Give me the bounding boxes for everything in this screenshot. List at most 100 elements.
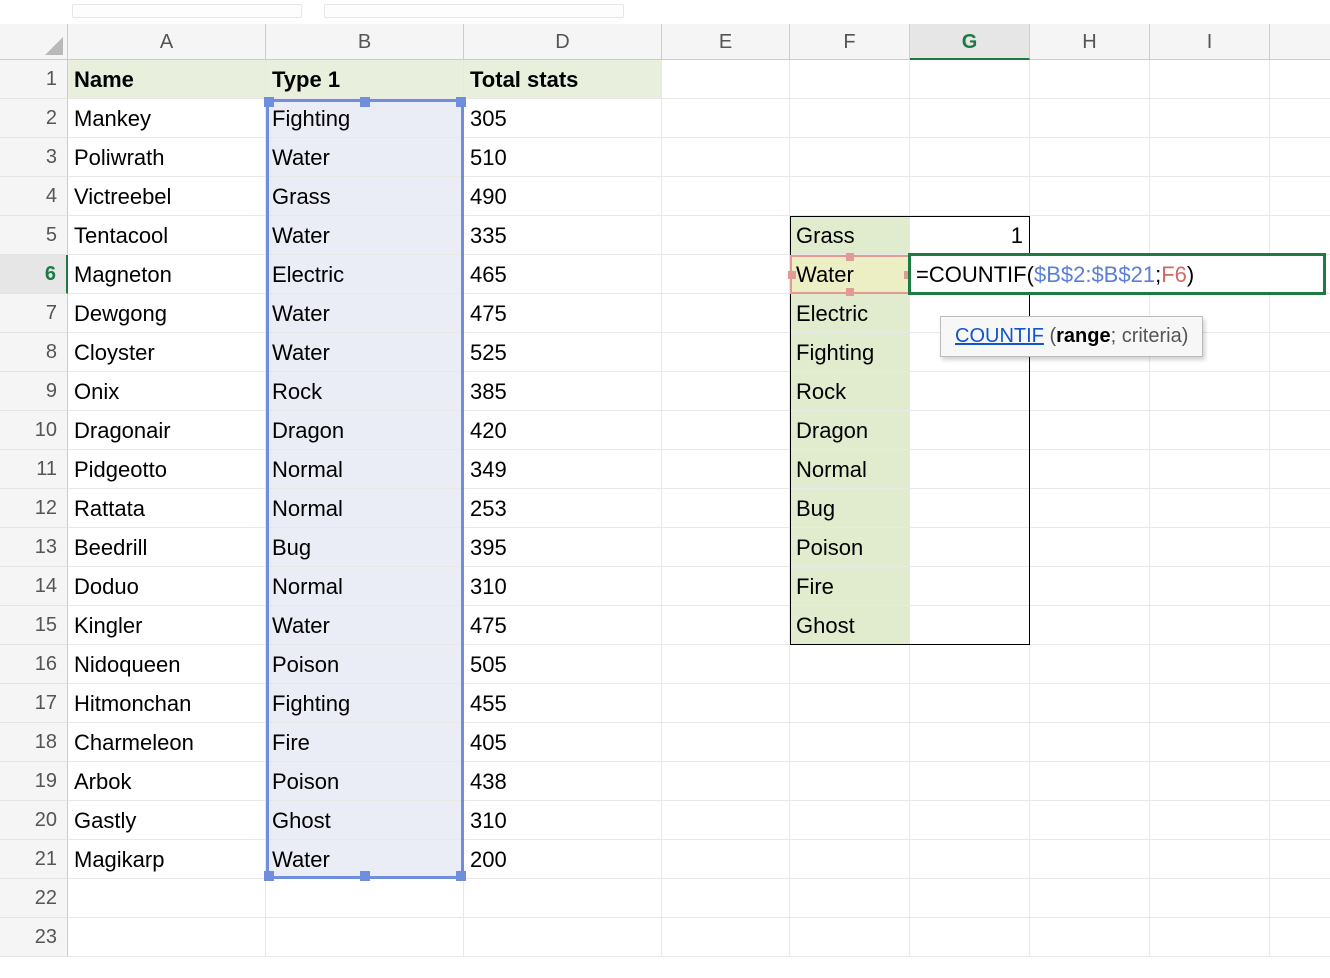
cell-H11[interactable] [1030, 450, 1150, 489]
cell-E22[interactable] [662, 879, 790, 918]
col-header-I[interactable]: I [1150, 24, 1270, 60]
cell-X10[interactable] [1270, 411, 1330, 450]
cell-D1[interactable]: Total stats [464, 60, 662, 99]
formula-edit-box[interactable]: =COUNTIF($B$2:$B$21;F6) [908, 253, 1326, 295]
row-header-9[interactable]: 9 [0, 372, 68, 411]
cell-H17[interactable] [1030, 684, 1150, 723]
cell-E12[interactable] [662, 489, 790, 528]
cell-G16[interactable] [910, 645, 1030, 684]
row-header-17[interactable]: 17 [0, 684, 68, 723]
cell-F18[interactable] [790, 723, 910, 762]
row-header-10[interactable]: 10 [0, 411, 68, 450]
cell-A20[interactable]: Gastly [68, 801, 266, 840]
cell-B10[interactable]: Dragon [266, 411, 464, 450]
row-header-22[interactable]: 22 [0, 879, 68, 918]
col-header-D[interactable]: D [464, 24, 662, 60]
cell-E10[interactable] [662, 411, 790, 450]
cell-F2[interactable] [790, 99, 910, 138]
cell-E1[interactable] [662, 60, 790, 99]
cell-G4[interactable] [910, 177, 1030, 216]
cell-I20[interactable] [1150, 801, 1270, 840]
cell-A9[interactable]: Onix [68, 372, 266, 411]
cell-H10[interactable] [1030, 411, 1150, 450]
cell-D2[interactable]: 305 [464, 99, 662, 138]
cell-G22[interactable] [910, 879, 1030, 918]
cell-E21[interactable] [662, 840, 790, 879]
cell-I16[interactable] [1150, 645, 1270, 684]
cell-G17[interactable] [910, 684, 1030, 723]
cell-D16[interactable]: 505 [464, 645, 662, 684]
row-header-5[interactable]: 5 [0, 216, 68, 255]
cell-D14[interactable]: 310 [464, 567, 662, 606]
cell-X14[interactable] [1270, 567, 1330, 606]
cell-B20[interactable]: Ghost [266, 801, 464, 840]
cell-A17[interactable]: Hitmonchan [68, 684, 266, 723]
cell-H12[interactable] [1030, 489, 1150, 528]
cell-I13[interactable] [1150, 528, 1270, 567]
cell-I1[interactable] [1150, 60, 1270, 99]
row-header-11[interactable]: 11 [0, 450, 68, 489]
row-header-20[interactable]: 20 [0, 801, 68, 840]
row-header-3[interactable]: 3 [0, 138, 68, 177]
cell-H21[interactable] [1030, 840, 1150, 879]
cell-A11[interactable]: Pidgeotto [68, 450, 266, 489]
cell-A3[interactable]: Poliwrath [68, 138, 266, 177]
cell-H4[interactable] [1030, 177, 1150, 216]
cell-I14[interactable] [1150, 567, 1270, 606]
cell-F1[interactable] [790, 60, 910, 99]
cell-B5[interactable]: Water [266, 216, 464, 255]
cell-F15[interactable]: Ghost [790, 606, 910, 645]
select-all-corner[interactable] [0, 24, 68, 60]
cell-G15[interactable] [910, 606, 1030, 645]
cell-B21[interactable]: Water [266, 840, 464, 879]
row-header-21[interactable]: 21 [0, 840, 68, 879]
row-header-4[interactable]: 4 [0, 177, 68, 216]
cell-F14[interactable]: Fire [790, 567, 910, 606]
cell-E17[interactable] [662, 684, 790, 723]
cell-D10[interactable]: 420 [464, 411, 662, 450]
cell-E15[interactable] [662, 606, 790, 645]
cell-H3[interactable] [1030, 138, 1150, 177]
cell-I10[interactable] [1150, 411, 1270, 450]
cell-A10[interactable]: Dragonair [68, 411, 266, 450]
cell-F12[interactable]: Bug [790, 489, 910, 528]
function-link[interactable]: COUNTIF [955, 325, 1044, 347]
cell-E9[interactable] [662, 372, 790, 411]
cell-D7[interactable]: 475 [464, 294, 662, 333]
row-header-7[interactable]: 7 [0, 294, 68, 333]
cell-F17[interactable] [790, 684, 910, 723]
cell-F11[interactable]: Normal [790, 450, 910, 489]
cell-D20[interactable]: 310 [464, 801, 662, 840]
cell-B9[interactable]: Rock [266, 372, 464, 411]
col-header-B[interactable]: B [266, 24, 464, 60]
cell-G21[interactable] [910, 840, 1030, 879]
cell-E20[interactable] [662, 801, 790, 840]
cell-F16[interactable] [790, 645, 910, 684]
cell-I23[interactable] [1150, 918, 1270, 957]
cell-B8[interactable]: Water [266, 333, 464, 372]
cell-F23[interactable] [790, 918, 910, 957]
cell-X15[interactable] [1270, 606, 1330, 645]
cell-H13[interactable] [1030, 528, 1150, 567]
cell-I15[interactable] [1150, 606, 1270, 645]
row-header-1[interactable]: 1 [0, 60, 68, 99]
cell-A8[interactable]: Cloyster [68, 333, 266, 372]
cell-X11[interactable] [1270, 450, 1330, 489]
cell-A22[interactable] [68, 879, 266, 918]
cell-X8[interactable] [1270, 333, 1330, 372]
cell-X22[interactable] [1270, 879, 1330, 918]
cell-E16[interactable] [662, 645, 790, 684]
cell-B18[interactable]: Fire [266, 723, 464, 762]
cell-I11[interactable] [1150, 450, 1270, 489]
row-header-15[interactable]: 15 [0, 606, 68, 645]
cell-I18[interactable] [1150, 723, 1270, 762]
cell-H19[interactable] [1030, 762, 1150, 801]
cell-X5[interactable] [1270, 216, 1330, 255]
col-header-E[interactable]: E [662, 24, 790, 60]
cell-A12[interactable]: Rattata [68, 489, 266, 528]
cell-B11[interactable]: Normal [266, 450, 464, 489]
cell-E7[interactable] [662, 294, 790, 333]
row-header-19[interactable]: 19 [0, 762, 68, 801]
cell-H20[interactable] [1030, 801, 1150, 840]
cell-H14[interactable] [1030, 567, 1150, 606]
